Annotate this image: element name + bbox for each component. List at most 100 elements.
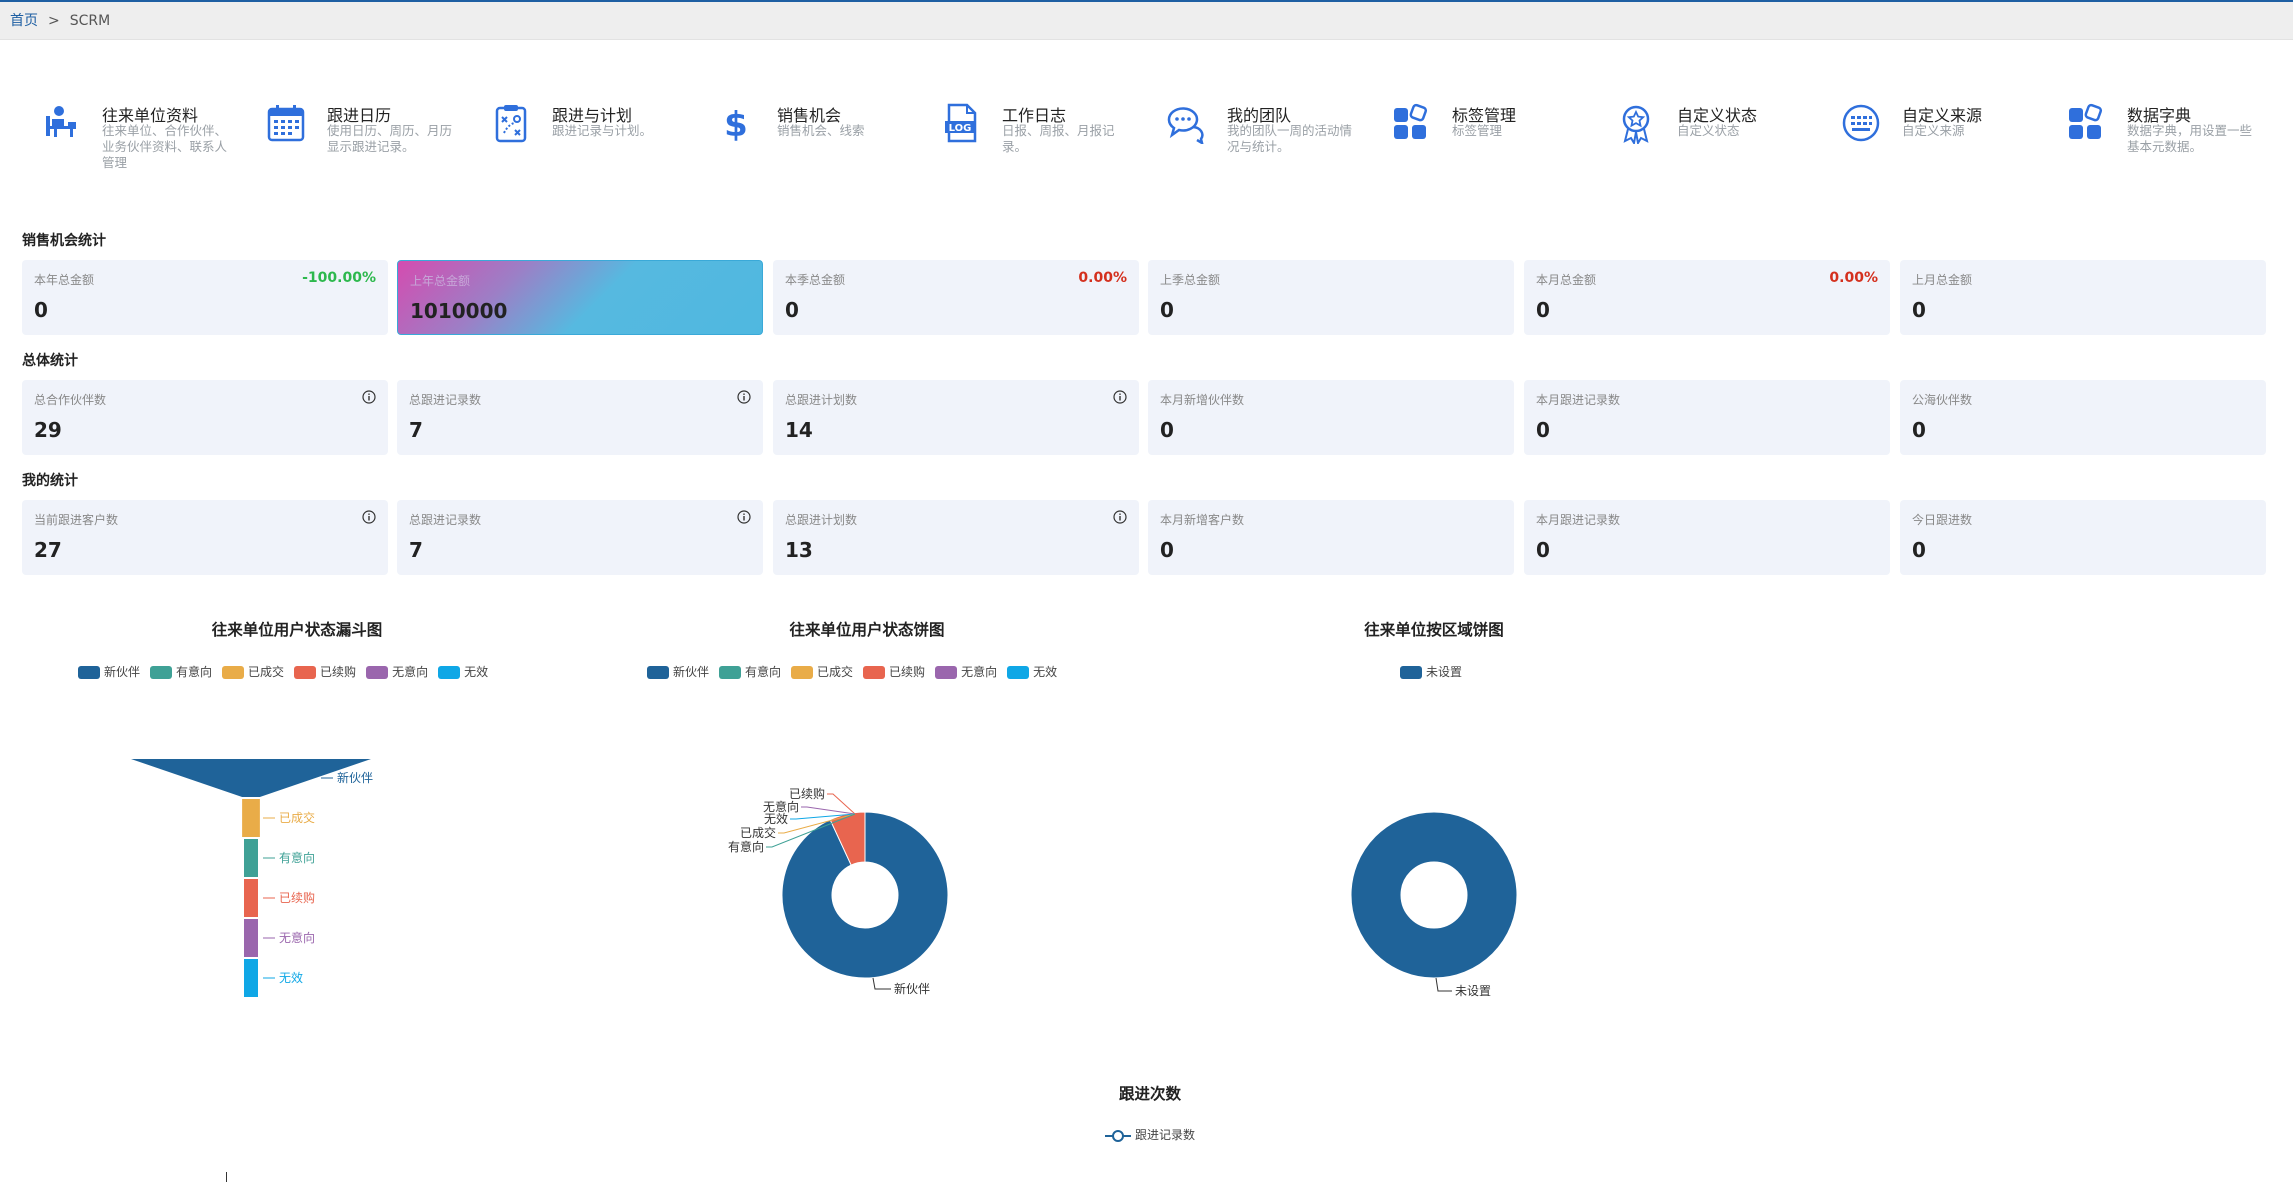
legend-swatch — [78, 666, 100, 679]
stat-change: 0.00% — [1829, 270, 1878, 286]
clipboard-plan-icon — [495, 105, 527, 143]
stat-card-this-year-amount: 本年总金额 -100.00% 0 — [22, 260, 388, 335]
module-follow-calendar[interactable]: 跟进日历 使用日历、周历、月历显示跟进记录。 — [225, 98, 452, 178]
legend-item[interactable]: 跟进记录数 — [1105, 1126, 1195, 1143]
stat-value: 0 — [1536, 298, 1550, 322]
legend-label: 无效 — [464, 665, 489, 679]
legend-item[interactable]: 未设置 — [1400, 663, 1462, 680]
legend-swatch — [366, 666, 389, 679]
legend-item[interactable]: 有意向 — [150, 663, 212, 680]
status-pie-slice-新伙伴 — [781, 811, 949, 979]
breadcrumb-current: SCRM — [69, 13, 111, 29]
stat-label: 上月总金额 — [1912, 273, 1973, 287]
legend-label: 已成交 — [817, 665, 854, 679]
stat-card-my-follow-records: 总跟进记录数 7 — [397, 500, 763, 575]
stat-label: 总合作伙伴数 — [34, 393, 107, 407]
stat-card-today-follows: 今日跟进数 0 — [1900, 500, 2266, 575]
pie-label: 未设置 — [1455, 984, 1491, 998]
keypad-icon — [1842, 104, 1880, 142]
legend-label: 无意向 — [961, 665, 998, 679]
pie-label-line — [778, 813, 856, 834]
stat-card-follow-records-month: 本月跟进记录数 0 — [1524, 380, 1890, 455]
info-icon[interactable] — [737, 390, 751, 404]
module-my-team[interactable]: 我的团队 我的团队一周的活动情况与统计。 — [1125, 98, 1352, 178]
legend-item[interactable]: 已续购 — [294, 663, 356, 680]
legend-label: 已续购 — [889, 665, 926, 679]
info-icon[interactable] — [1113, 510, 1127, 524]
module-custom-status[interactable]: 自定义状态 自定义状态 — [1575, 98, 1795, 178]
stat-card-total-follow-records: 总跟进记录数 7 — [397, 380, 763, 455]
log-file-icon: LOG — [945, 103, 977, 143]
follow-count-chart-axis — [226, 1172, 227, 1182]
stat-value: 0 — [34, 298, 48, 322]
stat-label: 上年总金额 — [410, 274, 471, 288]
legend-item[interactable]: 无效 — [438, 663, 488, 680]
funnel-chart-title: 往来单位用户状态漏斗图 — [211, 621, 383, 639]
breadcrumb: 首页 > SCRM — [0, 2, 2293, 40]
module-custom-source[interactable]: 自定义来源 自定义来源 — [1800, 98, 2020, 178]
legend-item[interactable]: 无效 — [1007, 663, 1057, 680]
module-sales-opportunity[interactable]: $ 销售机会 销售机会、线索 — [675, 98, 895, 178]
legend-swatch — [935, 666, 958, 679]
calendar-icon — [267, 105, 305, 142]
badge-star-icon — [1622, 105, 1650, 144]
breadcrumb-separator: > — [48, 13, 60, 29]
module-desc: 标签管理 — [1452, 123, 1503, 138]
info-icon[interactable] — [1113, 390, 1127, 404]
stat-value: 14 — [785, 418, 813, 442]
status-pie-slice-已续购 — [829, 811, 866, 866]
legend-label: 已续购 — [320, 665, 357, 679]
info-icon[interactable] — [737, 510, 751, 524]
stat-card-last-month-amount: 上月总金额 0 — [1900, 260, 2266, 335]
legend-item[interactable]: 新伙伴 — [78, 663, 140, 680]
module-work-log[interactable]: LOG 工作日志 日报、周报、月报记录。 — [900, 98, 1120, 178]
stat-value: 1010000 — [410, 299, 508, 323]
stat-label: 本季总金额 — [785, 273, 846, 287]
info-icon[interactable] — [362, 390, 376, 404]
legend-item[interactable]: 已成交 — [222, 663, 284, 680]
pie-label: 无效 — [764, 811, 788, 826]
stat-change: -100.00% — [302, 270, 376, 286]
pie-label: 新伙伴 — [894, 981, 930, 996]
legend-label: 新伙伴 — [673, 665, 710, 679]
funnel-segment-无效 — [244, 959, 258, 997]
legend-item[interactable]: 已成交 — [791, 663, 853, 680]
stat-label: 当前跟进客户数 — [34, 513, 119, 527]
stat-label: 本年总金额 — [34, 273, 95, 287]
stat-card-last-quarter-amount: 上季总金额 0 — [1148, 260, 1514, 335]
module-desc: 使用日历、周历、月历显示跟进记录。 — [327, 123, 453, 154]
follow-count-chart-title: 跟进次数 — [1118, 1085, 1181, 1103]
pie-label-line — [766, 813, 856, 848]
legend-item[interactable]: 无意向 — [935, 663, 997, 680]
region-pie-chart-legend: 未设置 — [1400, 663, 1472, 679]
stat-value: 0 — [1160, 418, 1174, 442]
legend-item[interactable]: 无意向 — [366, 663, 428, 680]
tiles-icon — [2069, 103, 2103, 139]
legend-label: 有意向 — [176, 665, 213, 679]
breadcrumb-home-link[interactable]: 首页 — [10, 13, 38, 29]
legend-item[interactable]: 已续购 — [863, 663, 925, 680]
funnel-label: 已成交 — [279, 810, 315, 825]
module-desc: 自定义状态 — [1677, 123, 1740, 138]
stat-card-last-year-amount: 上年总金额 1010000 — [397, 260, 763, 335]
legend-item[interactable]: 新伙伴 — [647, 663, 709, 680]
funnel-label: 无意向 — [279, 930, 315, 945]
stat-value: 0 — [1160, 298, 1174, 322]
legend-item[interactable]: 有意向 — [719, 663, 781, 680]
module-tag-management[interactable]: 标签管理 标签管理 — [1350, 98, 1570, 178]
pie-label-line — [827, 793, 856, 815]
module-partner-info[interactable]: 往来单位资料 往来单位、合作伙伴、业务伙伴资料、联系人管理 — [0, 98, 227, 178]
legend-swatch — [1007, 666, 1030, 679]
stat-card-new-customers-month: 本月新增客户数 0 — [1148, 500, 1514, 575]
module-follow-plan[interactable]: 跟进与计划 跟进记录与计划。 — [450, 98, 670, 178]
funnel-segment-有意向 — [244, 839, 258, 877]
stat-card-new-partners-month: 本月新增伙伴数 0 — [1148, 380, 1514, 455]
legend-swatch — [1400, 666, 1422, 679]
svg-text:LOG: LOG — [949, 123, 972, 134]
module-desc: 我的团队一周的活动情况与统计。 — [1227, 123, 1353, 154]
funnel-segment-已续购 — [244, 879, 258, 917]
info-icon[interactable] — [362, 510, 376, 524]
module-data-dictionary[interactable]: 数据字典 数据字典，用设置一些基本元数据。 — [2025, 98, 2252, 178]
stat-value: 0 — [785, 298, 799, 322]
legend-label: 有意向 — [745, 665, 782, 679]
